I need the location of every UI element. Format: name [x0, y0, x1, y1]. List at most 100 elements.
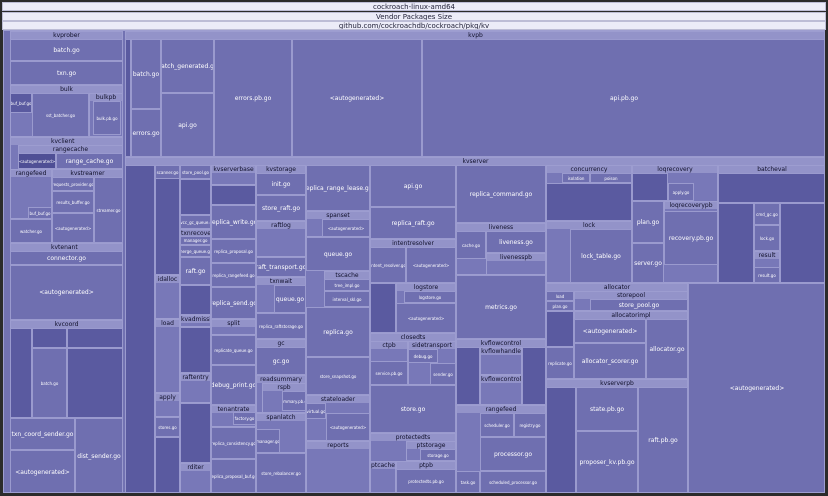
file-sst-batcher[interactable]: sst_batcher.go	[32, 93, 89, 137]
file-sender-go[interactable]: sender.go	[430, 363, 456, 385]
file-range-cache[interactable]: range_cache.go	[56, 153, 123, 169]
file-dist-sender[interactable]: dist_sender.go	[75, 418, 123, 492]
file-errors-pb[interactable]: errors.pb.go	[214, 39, 292, 157]
kvserver-small-files-10[interactable]	[456, 347, 480, 405]
file-replica-raft[interactable]: replica_raft.go	[370, 207, 456, 239]
kvserver-small-files-9[interactable]	[370, 283, 396, 333]
pkg-raftlog[interactable]: raftlog	[256, 221, 306, 257]
file-mvcc-gc-queue[interactable]: mvcc_gc_queue.go	[180, 215, 211, 229]
kvserver-small-files-1[interactable]	[125, 165, 155, 492]
file-batch-kvpb[interactable]: batch.go	[131, 39, 161, 109]
pkg-plan-alloc[interactable]: plan.go	[546, 301, 574, 311]
file-apply-go[interactable]: apply.go	[668, 183, 694, 201]
file-buf-go[interactable]: buf_buf.go	[10, 93, 32, 113]
file-liveness-go[interactable]: liveness.go	[486, 231, 546, 253]
file-raft-pb[interactable]: raft.pb.go	[638, 387, 688, 492]
file-cmd-gc[interactable]: cmd_gc.go	[754, 203, 780, 225]
pkg-load[interactable]: load	[155, 319, 180, 393]
kvserver-small-files-14[interactable]	[718, 173, 824, 203]
file-interval-skl[interactable]: interval_skl.go	[324, 291, 370, 307]
file-batch-go[interactable]: batch.go	[10, 39, 123, 61]
file-registry-go[interactable]: registry.go	[514, 413, 546, 437]
file-txn-coord-sender[interactable]: txn_coord_sender.go	[10, 418, 75, 450]
file-allocator-go[interactable]: allocator.go	[646, 319, 688, 379]
file-replica-go[interactable]: replica.go	[306, 307, 370, 357]
file-spanset-autogen[interactable]: <autogenerated>	[322, 219, 370, 237]
kvserver-small-files-18[interactable]	[546, 387, 576, 492]
file-intent-resolver[interactable]: intent_resolver.go	[370, 247, 406, 283]
pkg-idalloc[interactable]: idalloc	[155, 275, 180, 319]
file-batch-generated[interactable]: batch_generated.go	[161, 39, 214, 93]
file-kvcoord-small-4[interactable]	[67, 348, 123, 418]
file-merge-queue[interactable]: merge_queue.go	[180, 245, 211, 257]
file-logstore-autogen[interactable]: <autogenerated>	[396, 303, 456, 333]
file-replica-proposal[interactable]: replica_proposal.go	[211, 239, 256, 263]
file-queue-go[interactable]: queue.go	[306, 237, 370, 271]
file-cache-go[interactable]: cache.go	[456, 231, 486, 259]
kvserver-small-files-15[interactable]	[718, 203, 754, 283]
file-server-go[interactable]: server.go	[632, 243, 664, 283]
file-raft-go[interactable]: raft.go	[180, 257, 211, 285]
file-storage-go[interactable]: storage.go	[420, 449, 456, 461]
file-summary-pb[interactable]: summary.pb.go	[282, 391, 306, 411]
file-raft-transport[interactable]: raft_transport.go	[256, 257, 306, 277]
file-allocatorimpl-autogen[interactable]: <autogenerated>	[574, 319, 646, 343]
file-kvcoord-autogen[interactable]: <autogenerated>	[10, 450, 75, 492]
file-store-pool[interactable]: store_pool.go	[590, 299, 688, 311]
file-replica-proposal-buf[interactable]: replica_proposal_buf.go	[211, 459, 256, 492]
kvserver-small-files-2[interactable]	[155, 165, 180, 275]
kvserver-small-files-3[interactable]	[180, 179, 211, 215]
file-gc-go[interactable]: gc.go	[256, 347, 306, 375]
pkg-load-alloc[interactable]: load	[546, 291, 574, 301]
file-queue-tw[interactable]: queue.go	[274, 285, 306, 313]
file-scanner-go[interactable]: scanner.go	[155, 165, 180, 179]
file-proposer-kv[interactable]: proposer_kv.pb.go	[576, 431, 638, 492]
pkg-rangefeedcache[interactable]: watcher.go	[10, 219, 52, 243]
file-store-pool-small[interactable]: store_pool.go	[180, 165, 211, 179]
kvserver-small-files-12[interactable]	[546, 183, 632, 221]
file-scheduler-go[interactable]: scheduler.go	[480, 413, 514, 437]
pkg-kvadmission[interactable]: kvadmission	[180, 315, 211, 327]
file-store-go[interactable]: store.go	[370, 385, 456, 433]
file-service-pb[interactable]: service.pb.go	[370, 361, 408, 385]
kvserver-small-files-4[interactable]	[180, 285, 211, 315]
file-replica-command[interactable]: replica_command.go	[456, 165, 546, 223]
file-replicate-queue[interactable]: replicate_queue.go	[211, 335, 256, 365]
file-kvcoord-small-3[interactable]	[67, 328, 123, 348]
pkg-isolation[interactable]: isolation	[562, 173, 590, 183]
kvserver-small-files-8[interactable]	[211, 185, 256, 205]
file-scheduled-processor[interactable]: scheduled_processor.go	[480, 471, 546, 492]
file-replica-range-lease[interactable]: replica_range_lease.go	[306, 165, 370, 211]
kvserver-small-files-11[interactable]	[522, 347, 546, 405]
file-bulk-pb[interactable]: bulk.pb.go	[93, 101, 121, 135]
kvserver-small-files-5[interactable]	[155, 437, 180, 492]
file-recovery-pb[interactable]: recovery.pb.go	[664, 211, 718, 265]
file-processor-go[interactable]: processor.go	[480, 437, 546, 471]
file-replica-send[interactable]: replica_send.go	[211, 287, 256, 319]
file-requests-provider[interactable]: requests_provider.go	[52, 177, 94, 191]
file-debug-go[interactable]: debug.go	[408, 349, 438, 363]
file-buffer-go[interactable]: buf_buf.go	[28, 207, 52, 219]
file-api-go[interactable]: api.go	[161, 93, 214, 157]
kvserver-small-files-6[interactable]	[180, 327, 211, 373]
kvserver-small-files-7[interactable]	[180, 403, 211, 463]
file-task-go[interactable]: task.go	[456, 471, 480, 492]
file-rangecache-autogen[interactable]: <autogenerated>	[18, 153, 56, 169]
file-metrics-go[interactable]: metrics.go	[456, 275, 546, 339]
file-connector-go[interactable]: connector.go	[10, 251, 123, 265]
file-state-pb[interactable]: state.pb.go	[576, 387, 638, 431]
file-init-go[interactable]: init.go	[256, 173, 306, 195]
file-replica-rangefeed[interactable]: replica_rangefeed.go	[211, 263, 256, 287]
file-protectedts-pb[interactable]: protectedts.pb.go	[396, 469, 456, 492]
file-intentresolver-autogen[interactable]: <autogenerated>	[406, 247, 456, 283]
file-replica-consistency[interactable]: replica_consistency.go	[211, 427, 256, 459]
file-store-snapshot[interactable]: store_snapshot.go	[306, 357, 370, 395]
pkg-kvserverbase[interactable]: kvserverbase	[211, 165, 256, 185]
pkg-livenesspb[interactable]: livenesspb	[486, 253, 546, 275]
file-stateloader-autogen[interactable]: <autogenerated>	[326, 413, 370, 441]
file-streamer-go[interactable]: streamer.go	[94, 177, 123, 243]
file-store-rebalancer[interactable]: store_rebalancer.go	[256, 453, 306, 492]
pkg-rditer[interactable]: rditer	[180, 463, 211, 492]
file-stores-go[interactable]: stores.go	[155, 417, 180, 437]
file-kvpb-autogen[interactable]: <autogenerated>	[292, 39, 422, 157]
